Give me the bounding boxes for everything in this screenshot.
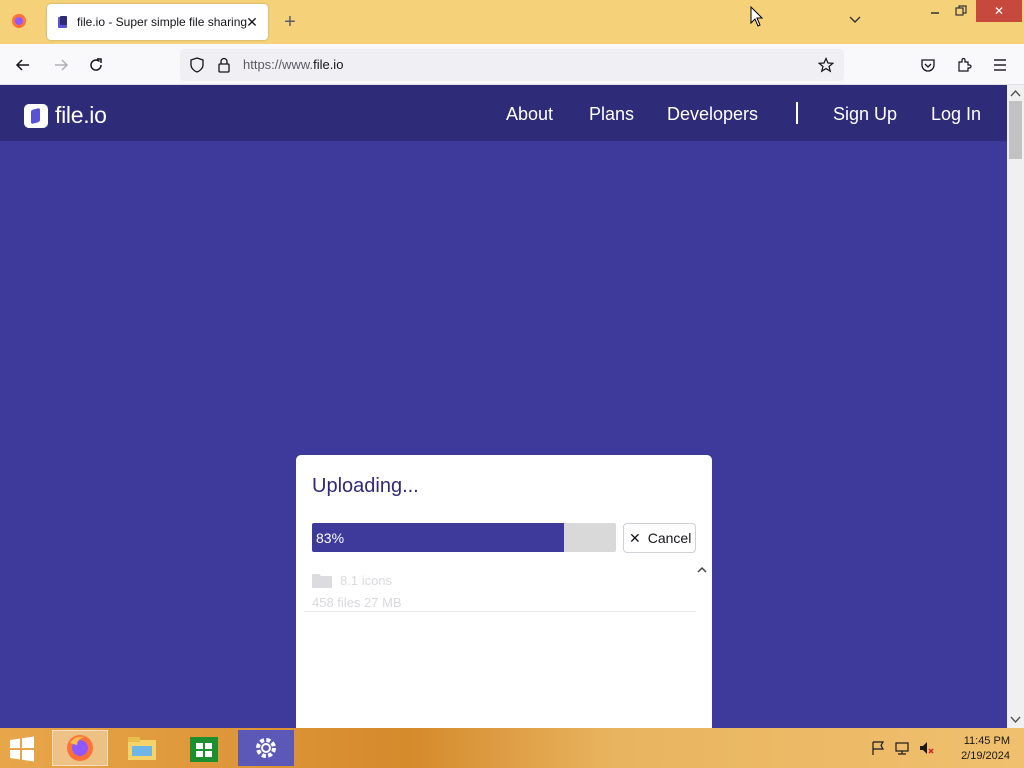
cancel-upload-button[interactable]: ✕ Cancel xyxy=(623,523,696,553)
cancel-label: Cancel xyxy=(647,530,692,546)
site-header: file.io About Plans Developers Sign Up L… xyxy=(0,85,1007,141)
list-all-tabs-icon[interactable] xyxy=(848,12,868,32)
tab-close-icon[interactable]: ✕ xyxy=(244,14,260,30)
windows-taskbar: 11:45 PM 2/19/2024 xyxy=(0,728,1024,768)
browser-tab-strip: file.io - Super simple file sharing ✕ + … xyxy=(0,0,1024,44)
pocket-icon[interactable] xyxy=(917,54,939,76)
file-meta: 458 files 27 MB xyxy=(312,595,402,610)
clock-date: 2/19/2024 xyxy=(961,750,1010,762)
logo-text: file.io xyxy=(55,102,107,128)
back-icon[interactable] xyxy=(12,54,34,76)
upload-title: Uploading... xyxy=(312,475,419,497)
upload-progress-label: 83% xyxy=(316,530,345,546)
bookmark-star-icon[interactable] xyxy=(818,57,834,73)
close-window-icon[interactable]: ✕ xyxy=(976,0,1022,22)
nav-link-developers[interactable]: Developers xyxy=(667,104,758,125)
system-tray xyxy=(870,740,934,756)
taskbar-clock[interactable]: 11:45 PM 2/19/2024 xyxy=(950,734,1010,764)
network-icon[interactable] xyxy=(894,740,910,756)
close-icon: ✕ xyxy=(629,529,641,546)
nav-link-login[interactable]: Log In xyxy=(931,104,981,125)
mouse-cursor-icon xyxy=(750,5,764,28)
action-center-flag-icon[interactable] xyxy=(870,740,886,756)
url-bar[interactable]: https://www.file.io xyxy=(180,49,844,81)
taskbar-store-icon[interactable] xyxy=(176,730,232,766)
site-logo[interactable]: file.io xyxy=(24,102,107,129)
windows-start-icon[interactable] xyxy=(8,736,38,762)
taskbar-settings-icon[interactable] xyxy=(238,730,294,766)
nav-divider xyxy=(796,102,798,124)
volume-muted-icon[interactable] xyxy=(918,740,934,756)
file-name: 8.1 icons xyxy=(340,573,393,588)
nav-link-signup[interactable]: Sign Up xyxy=(833,104,897,125)
scroll-down-arrow-icon[interactable] xyxy=(1010,714,1021,725)
url-text: https://www.file.io xyxy=(243,57,344,72)
reload-icon[interactable] xyxy=(85,54,107,76)
lock-icon[interactable] xyxy=(217,57,231,73)
new-tab-icon[interactable]: + xyxy=(280,12,300,32)
scroll-up-arrow-icon[interactable] xyxy=(1010,88,1021,99)
scrollbar-thumb[interactable] xyxy=(1009,101,1022,159)
page-scrollbar[interactable] xyxy=(1007,85,1024,728)
hamburger-menu-icon[interactable] xyxy=(989,54,1011,76)
forward-icon[interactable] xyxy=(50,54,72,76)
browser-tab[interactable]: file.io - Super simple file sharing ✕ xyxy=(47,4,268,40)
file-list-scroll-up-icon[interactable] xyxy=(696,563,710,577)
extensions-icon[interactable] xyxy=(953,54,975,76)
restore-icon[interactable] xyxy=(946,0,976,22)
tab-title: file.io - Super simple file sharing xyxy=(77,15,248,29)
tracking-protection-icon[interactable] xyxy=(189,57,205,73)
nav-link-about[interactable]: About xyxy=(506,104,553,125)
folder-icon xyxy=(312,574,332,588)
file-io-logo-icon xyxy=(24,103,48,128)
upload-progress-bar: 83% xyxy=(312,523,616,552)
browser-toolbar: https://www.file.io xyxy=(0,44,1024,85)
firefox-menu-icon[interactable] xyxy=(8,10,30,32)
taskbar-file-explorer-icon[interactable] xyxy=(114,730,170,766)
upload-progress-fill xyxy=(312,523,565,552)
web-page: file.io About Plans Developers Sign Up L… xyxy=(0,85,1007,728)
divider xyxy=(304,611,696,612)
taskbar-firefox-icon[interactable] xyxy=(52,730,108,766)
clock-time: 11:45 PM xyxy=(963,735,1010,747)
nav-link-plans[interactable]: Plans xyxy=(589,104,634,125)
upload-dialog: Uploading... 83% ✕ Cancel 8.1 icons 458 … xyxy=(296,455,712,728)
file-io-favicon-icon xyxy=(58,16,67,28)
upload-file-list: 8.1 icons 458 files 27 MB xyxy=(304,561,696,728)
